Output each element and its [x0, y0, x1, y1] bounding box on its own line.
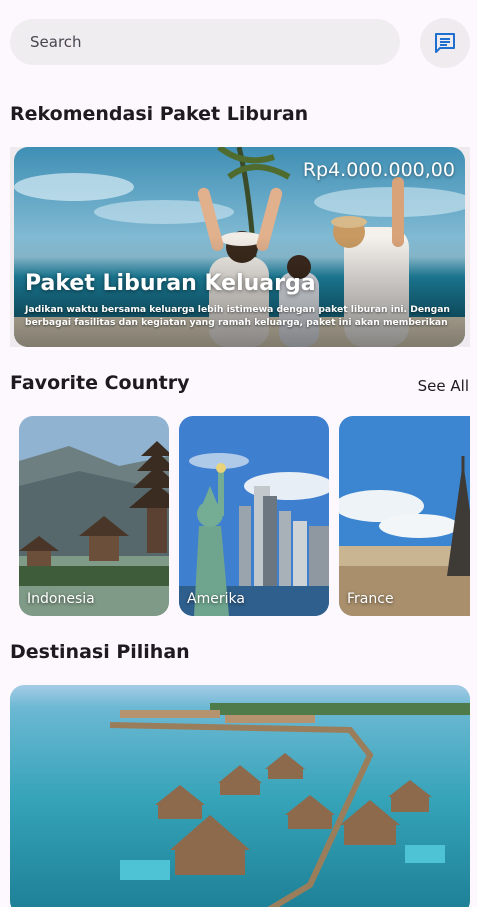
promo-description: Jadikan waktu bersama keluarga lebih ist…: [25, 304, 450, 328]
country-name: France: [347, 591, 394, 607]
home-screen: Search Rekomendasi Paket Liburan Rp4.000…: [0, 0, 477, 907]
promo-carousel: Rp4.000.000,00 Paket Liburan Keluarga Ja…: [10, 147, 470, 347]
search-placeholder: Search: [30, 33, 82, 51]
country-card-france[interactable]: France: [339, 416, 470, 616]
water-villa-photo: [10, 685, 470, 907]
indonesia-photo: [19, 416, 169, 616]
france-photo: [339, 416, 470, 616]
favorite-country-title: Favorite Country: [10, 372, 190, 394]
amerika-photo: [179, 416, 329, 616]
chat-bubble-icon: [435, 33, 455, 53]
recommendation-title: Rekomendasi Paket Liburan: [10, 103, 309, 125]
destination-card-maldives[interactable]: [10, 685, 470, 907]
country-name: Amerika: [187, 591, 245, 607]
country-card-indonesia[interactable]: Indonesia: [19, 416, 169, 616]
search-input[interactable]: Search: [10, 19, 400, 65]
see-all-link[interactable]: See All: [418, 377, 469, 395]
promo-price: Rp4.000.000,00: [302, 159, 455, 181]
family-package-card[interactable]: Rp4.000.000,00 Paket Liburan Keluarga Ja…: [14, 147, 465, 347]
country-card-amerika[interactable]: Amerika: [179, 416, 329, 616]
country-name: Indonesia: [27, 591, 95, 607]
promo-title: Paket Liburan Keluarga: [25, 271, 316, 296]
chat-button[interactable]: [420, 18, 470, 68]
country-list: Indonesia Amerika France: [10, 416, 470, 616]
search-row: Search: [10, 18, 470, 68]
destination-title: Destinasi Pilihan: [10, 641, 190, 663]
